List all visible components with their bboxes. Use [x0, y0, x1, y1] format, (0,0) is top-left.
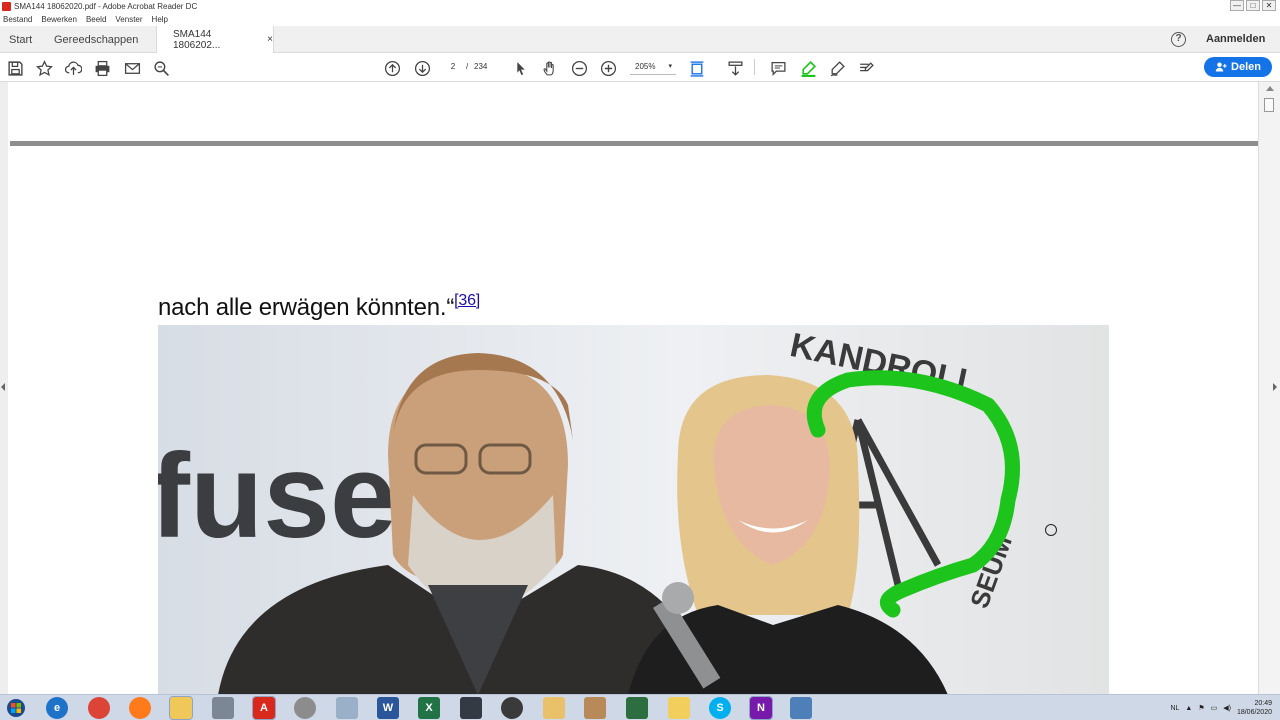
pdf-page: nach alle erwägen könnten.“[36] fuse KAN… [8, 82, 1258, 694]
onenote-icon[interactable]: N [749, 696, 773, 720]
comment-icon[interactable] [769, 59, 787, 77]
excel-icon[interactable]: X [418, 697, 440, 719]
firefox-icon[interactable] [129, 697, 151, 719]
audio-icon[interactable] [460, 697, 482, 719]
maximize-button[interactable]: □ [1246, 0, 1260, 11]
tabs-row: Start Gereedschappen SMA144 1806202... × [0, 26, 1280, 53]
help-icon[interactable]: ? [1171, 32, 1186, 47]
zoom-out-icon[interactable] [570, 59, 588, 77]
terminal-icon[interactable] [626, 697, 648, 719]
clock[interactable]: 20:49 18/06/2020 [1237, 699, 1272, 717]
hand-tool-icon[interactable] [541, 59, 559, 77]
share-button[interactable]: Delen [1204, 57, 1272, 77]
menu-help[interactable]: Help [152, 15, 168, 24]
previous-page-icon[interactable] [383, 59, 401, 77]
windows-start-icon[interactable] [6, 698, 26, 718]
scroll-up-icon[interactable] [1266, 86, 1274, 91]
next-page-icon[interactable] [413, 59, 431, 77]
taskbar: e A W X S N NL ▲ ⚑ ▭ ◀) 20:49 18/06/2020 [0, 694, 1280, 720]
tab-tools[interactable]: Gereedschappen [54, 26, 138, 53]
network-icon[interactable]: ▭ [1211, 704, 1218, 712]
clock-date: 18/06/2020 [1236, 709, 1272, 716]
word-icon[interactable]: W [377, 697, 399, 719]
acrobat-app-icon [2, 2, 11, 11]
system-tray: NL ▲ ⚑ ▭ ◀) 20:49 18/06/2020 [1170, 698, 1272, 718]
page-separator: / [466, 62, 469, 71]
paint-icon[interactable] [294, 697, 316, 719]
mail-icon[interactable] [123, 59, 141, 77]
upload-cloud-icon[interactable] [64, 59, 82, 77]
document-text-line: nach alle erwägen könnten.“[36] [158, 292, 480, 322]
scroll-mode-icon[interactable] [726, 59, 744, 77]
zoom-select[interactable]: 205% ▾ [630, 59, 676, 75]
chrome-icon[interactable] [88, 697, 110, 719]
page-number-input[interactable]: 2 [443, 60, 463, 74]
title-bar: SMA144 18062020.pdf - Adobe Acrobat Read… [0, 0, 1280, 13]
clock-time: 20:49 [1254, 700, 1272, 707]
zoom-search-icon[interactable] [152, 59, 170, 77]
fill-sign-icon[interactable] [857, 59, 875, 77]
window-title: SMA144 18062020.pdf - Adobe Acrobat Read… [14, 2, 198, 11]
total-pages: 234 [474, 62, 488, 71]
volume-icon[interactable]: ◀) [1223, 704, 1231, 712]
close-window-button[interactable]: ✕ [1262, 0, 1276, 11]
tool-icon[interactable] [584, 697, 606, 719]
sign-fuse-text: fuse [158, 429, 397, 563]
star-icon[interactable] [35, 59, 53, 77]
highlight-pen-icon[interactable] [799, 59, 817, 77]
explorer-icon[interactable] [169, 696, 193, 720]
chevron-down-icon: ▾ [668, 63, 672, 70]
draw-sign-icon[interactable] [828, 59, 846, 77]
page-rule [10, 141, 1258, 146]
tab-close-icon[interactable]: × [267, 34, 273, 45]
printer-icon[interactable] [212, 697, 234, 719]
press-photo-illustration: fuse KANDROLL SEUM [158, 325, 1109, 694]
signin-button[interactable]: Aanmelden [1206, 33, 1265, 45]
menu-beeld[interactable]: Beeld [86, 15, 106, 24]
zoom-in-icon[interactable] [599, 59, 617, 77]
document-photo: fuse KANDROLL SEUM [158, 325, 1109, 694]
left-panel-toggle-icon[interactable] [1, 383, 5, 391]
share-label: Delen [1231, 61, 1261, 73]
minimize-button[interactable]: — [1230, 0, 1244, 11]
obs-icon[interactable] [501, 697, 523, 719]
tab-start[interactable]: Start [9, 26, 32, 53]
toolbar-divider [754, 59, 755, 75]
scroll-thumb[interactable] [1264, 98, 1274, 112]
screen-icon[interactable] [790, 697, 812, 719]
fit-page-icon[interactable] [688, 59, 706, 77]
tab-document[interactable]: SMA144 1806202... × [156, 26, 274, 53]
right-panel-toggle-icon[interactable] [1273, 383, 1277, 391]
document-viewport[interactable]: nach alle erwägen könnten.“[36] fuse KAN… [0, 82, 1280, 694]
add-person-icon [1215, 62, 1227, 72]
folder-icon[interactable] [543, 697, 565, 719]
tray-chevron-icon[interactable]: ▲ [1185, 705, 1192, 712]
acrobat-icon[interactable]: A [252, 696, 276, 720]
language-indicator[interactable]: NL [1170, 705, 1179, 712]
skype-icon[interactable]: S [709, 697, 731, 719]
inkscape-icon[interactable] [336, 697, 358, 719]
zoom-value: 205% [635, 62, 656, 71]
menu-venster[interactable]: Venster [115, 15, 142, 24]
tab-document-label: SMA144 1806202... [173, 28, 221, 51]
edge-icon[interactable]: e [46, 697, 68, 719]
footnote-link[interactable]: [36] [454, 292, 480, 309]
select-cursor-icon[interactable] [511, 59, 529, 77]
flag-icon[interactable]: ⚑ [1198, 704, 1204, 712]
document-text: nach alle erwägen könnten.“ [158, 294, 455, 321]
pen-cursor-icon [1045, 524, 1057, 536]
save-icon[interactable] [6, 59, 24, 77]
window-controls: — □ ✕ [1230, 0, 1276, 11]
menu-bestand[interactable]: Bestand [3, 15, 32, 24]
folder2-icon[interactable] [668, 697, 690, 719]
menu-bewerken[interactable]: Bewerken [41, 15, 77, 24]
menu-bar: Bestand Bewerken Beeld Venster Help [0, 13, 1280, 26]
print-icon[interactable] [93, 59, 111, 77]
